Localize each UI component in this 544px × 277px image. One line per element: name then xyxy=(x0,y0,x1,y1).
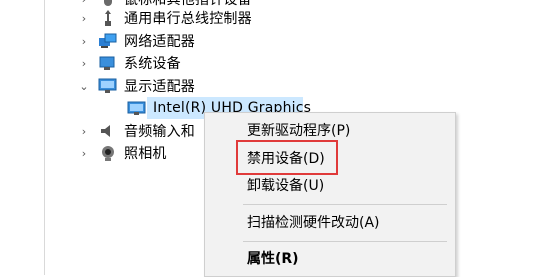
chevron-right-icon[interactable]: › xyxy=(78,147,90,160)
gpu-icon xyxy=(127,99,147,117)
tree-item-audio[interactable]: › 音频输入和 xyxy=(78,120,195,142)
chevron-right-icon[interactable]: › xyxy=(78,12,90,25)
menu-item-scan-hardware[interactable]: 扫描检测硬件改动(A) xyxy=(205,208,455,236)
chevron-right-icon[interactable]: › xyxy=(78,57,90,70)
menu-item-label: 扫描检测硬件改动(A) xyxy=(247,215,380,231)
network-adapter-icon xyxy=(98,32,118,50)
chevron-right-icon[interactable]: › xyxy=(78,0,90,6)
system-device-icon xyxy=(98,54,118,72)
menu-separator xyxy=(243,241,447,242)
context-menu: 更新驱动程序(P) 禁用设备(D) 卸载设备(U) 扫描检测硬件改动(A) 属性… xyxy=(204,112,456,277)
tree-item-label: 通用串行总线控制器 xyxy=(124,11,252,27)
tree-item-camera[interactable]: › 照相机 xyxy=(78,142,167,164)
chevron-down-icon[interactable]: ⌄ xyxy=(78,80,90,93)
tree-item-label: 音频输入和 xyxy=(124,124,195,140)
tree-item-label: 照相机 xyxy=(124,146,167,162)
tree-item-label: 系统设备 xyxy=(124,56,181,72)
chevron-right-icon[interactable]: › xyxy=(78,35,90,48)
display-adapter-icon xyxy=(98,77,118,95)
annotation-highlight-box xyxy=(236,140,338,175)
menu-item-label: 属性(R) xyxy=(247,251,299,267)
audio-icon xyxy=(98,122,118,140)
menu-separator xyxy=(243,204,447,205)
menu-item-label: 卸载设备(U) xyxy=(247,178,325,194)
menu-item-uninstall-device[interactable]: 卸载设备(U) xyxy=(205,171,455,199)
menu-item-properties[interactable]: 属性(R) xyxy=(205,244,455,272)
camera-icon xyxy=(98,144,118,162)
tree-item-system[interactable]: › 系统设备 xyxy=(78,52,181,74)
tree-item-label: 显示适配器 xyxy=(124,79,195,95)
tree-item-network[interactable]: › 网络适配器 xyxy=(78,30,195,52)
menu-item-label: 更新驱动程序(P) xyxy=(247,123,351,139)
usb-controller-icon xyxy=(98,9,118,27)
tree-item-usb[interactable]: › 通用串行总线控制器 xyxy=(78,7,252,29)
tree-item-display[interactable]: ⌄ 显示适配器 xyxy=(78,75,195,97)
tree-item-label: 网络适配器 xyxy=(124,34,195,50)
chevron-right-icon[interactable]: › xyxy=(78,125,90,138)
